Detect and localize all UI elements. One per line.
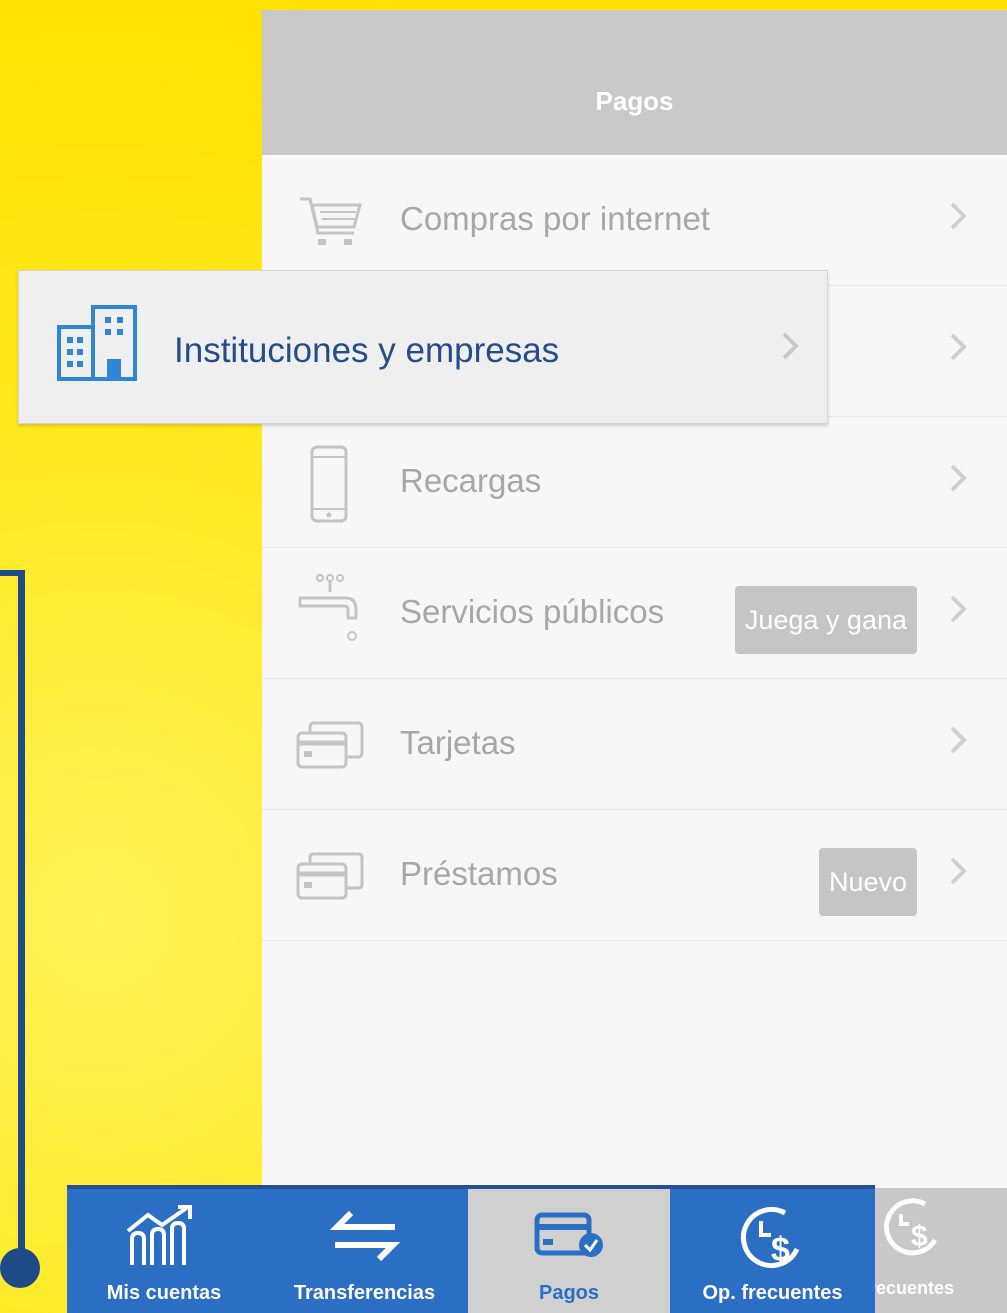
cards-icon	[296, 721, 364, 769]
menu-item-recargas[interactable]: Recargas	[262, 417, 1007, 548]
new-badge: Nuevo	[818, 848, 917, 916]
tab-label: Transferencias	[293, 1282, 436, 1304]
cards-icon	[296, 852, 364, 900]
ghost-tab-frecuentes: $ recuentes	[869, 1188, 1007, 1313]
menu-item-prestamos[interactable]: Préstamos Nuevo	[262, 810, 1007, 941]
clock-dollar-icon: $	[884, 1198, 938, 1256]
phone-icon	[310, 445, 348, 523]
clock-dollar-icon: $	[740, 1207, 799, 1269]
building-icon	[57, 305, 137, 381]
tab-op-frecuentes[interactable]: $ Op. frecuentes	[670, 1189, 875, 1313]
chevron-right-icon	[950, 595, 967, 623]
chevron-right-icon	[950, 464, 967, 492]
tab-label: Pagos	[538, 1282, 600, 1304]
menu-item-label: Préstamos	[400, 855, 558, 892]
connector-line	[18, 570, 25, 1262]
promo-badge[interactable]: Juega y gana	[734, 586, 917, 654]
highlighted-item-label: Instituciones y empresas	[174, 331, 560, 370]
page-title: Pagos	[595, 86, 674, 116]
transfer-arrows-icon	[329, 1210, 400, 1262]
tab-transferencias[interactable]: Transferencias	[261, 1189, 468, 1313]
ghost-tab-label: recuentes	[869, 1278, 955, 1298]
chevron-right-icon	[950, 202, 967, 230]
menu-item-compras-internet[interactable]: Compras por internet	[262, 155, 1007, 286]
tab-label: Mis cuentas	[106, 1282, 222, 1304]
menu-item-label: Compras por internet	[400, 200, 710, 237]
tab-mis-cuentas[interactable]: Mis cuentas	[67, 1189, 261, 1313]
chevron-right-icon	[950, 333, 967, 361]
connector-dot	[0, 1248, 40, 1288]
menu-item-servicios-publicos[interactable]: Servicios públicos Juega y gana	[262, 548, 1007, 679]
highlighted-menu-item-instituciones[interactable]: Instituciones y empresas	[18, 270, 828, 424]
menu-item-label: Servicios públicos	[400, 593, 665, 630]
svg-text:$: $	[771, 1231, 790, 1269]
payments-screen: Pagos Compras por internet Recargas Serv…	[262, 10, 1007, 1313]
tab-pagos[interactable]: Pagos	[468, 1189, 670, 1313]
bottom-tab-bar: Mis cuentas Transferencias Pagos $ Op. f…	[67, 1185, 875, 1313]
chevron-right-icon	[782, 332, 799, 360]
menu-item-tarjetas[interactable]: Tarjetas	[262, 679, 1007, 810]
chevron-right-icon	[950, 857, 967, 885]
menu-item-label: Recargas	[400, 462, 542, 499]
cart-icon	[300, 197, 362, 245]
faucet-icon	[298, 574, 358, 641]
menu-item-label: Tarjetas	[400, 724, 516, 761]
payment-card-check-icon	[534, 1212, 603, 1257]
accounts-chart-icon	[126, 1205, 192, 1265]
tab-label: Op. frecuentes	[702, 1282, 843, 1304]
header-bar: Pagos	[262, 10, 1007, 155]
svg-text:$: $	[911, 1220, 928, 1253]
chevron-right-icon	[950, 726, 967, 754]
